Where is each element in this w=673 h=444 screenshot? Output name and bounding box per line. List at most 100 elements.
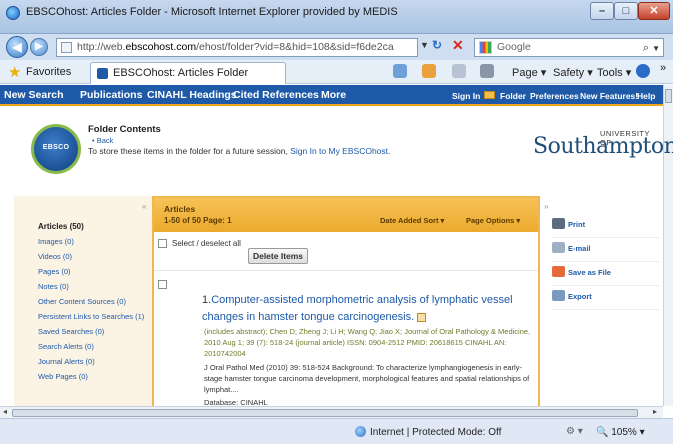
- help-icon[interactable]: [636, 64, 650, 78]
- tool-export[interactable]: Export: [552, 286, 660, 310]
- internet-zone-icon: [355, 426, 366, 437]
- ie-logo-icon: [6, 6, 20, 20]
- page-menu[interactable]: Page ▾: [512, 66, 546, 79]
- feeds-icon[interactable]: [422, 64, 436, 78]
- select-all-checkbox[interactable]: [158, 239, 167, 248]
- refresh-icon[interactable]: ↻: [432, 38, 442, 52]
- results-heading: Articles: [164, 204, 196, 214]
- nav-new-search[interactable]: New Search: [4, 89, 64, 101]
- nav-more[interactable]: More: [321, 89, 346, 101]
- sign-in-link[interactable]: Sign In to My EBSCOhost: [290, 146, 388, 156]
- horizontal-scroll-thumb[interactable]: [12, 409, 638, 417]
- record-title-link[interactable]: Computer-assisted morphometric analysis …: [202, 294, 513, 323]
- add-to-folder-icon[interactable]: [417, 312, 427, 322]
- results-header: Articles 1-50 of 50 Page: 1 Date Added S…: [154, 198, 538, 232]
- sidebar-item-saved-searches[interactable]: Saved Searches (0): [38, 327, 104, 336]
- ebsco-top-nav: New Search Publications CINAHL Headings …: [0, 85, 663, 106]
- back-link[interactable]: • Back: [92, 136, 113, 145]
- tool-save-as-file[interactable]: Save as File: [552, 262, 660, 286]
- record-abstract: J Oral Pathol Med (2010) 39: 518-524 Bac…: [204, 363, 530, 394]
- sidebar-item-images[interactable]: Images (0): [38, 237, 74, 246]
- record-title: 1.Computer-assisted morphometric analysi…: [202, 292, 536, 326]
- page-number: Page: 1: [203, 216, 232, 225]
- safety-menu[interactable]: Safety ▾: [553, 66, 593, 79]
- nav-cited-references[interactable]: Cited References: [233, 89, 319, 101]
- page-options-dropdown[interactable]: Page Options ▾: [466, 216, 520, 225]
- read-mail-icon[interactable]: [452, 64, 466, 78]
- forward-button[interactable]: ▶: [30, 38, 48, 56]
- scroll-right-icon[interactable]: ▸: [653, 407, 657, 416]
- nav-cinahl-headings[interactable]: CINAHL Headings: [147, 89, 237, 101]
- minimize-button[interactable]: –: [590, 2, 614, 20]
- vertical-scroll-thumb[interactable]: [665, 89, 672, 103]
- tool-export-label: Export: [568, 292, 592, 301]
- export-tool-icon: [552, 290, 565, 301]
- sidebar-item-web-pages[interactable]: Web Pages (0): [38, 372, 88, 381]
- zoom-level[interactable]: 🔍 105% ▾: [596, 427, 645, 438]
- favorites-bar: ★ Favorites EBSCOhost: Articles Folder P…: [0, 60, 673, 84]
- close-window-button[interactable]: ✕: [638, 2, 670, 20]
- tool-print[interactable]: Print: [552, 214, 660, 238]
- folder-description: To store these items in the folder for a…: [88, 146, 390, 156]
- security-icon[interactable]: ⚙ ▾: [566, 426, 583, 437]
- maximize-button[interactable]: □: [614, 2, 638, 20]
- google-icon: [479, 41, 492, 54]
- save-tool-icon: [552, 266, 565, 277]
- sidebar-item-journal-alerts[interactable]: Journal Alerts (0): [38, 357, 95, 366]
- sidebar-item-pages[interactable]: Pages (0): [38, 267, 71, 276]
- record-citation: (includes abstract); Chen D; Zheng J; Li…: [204, 327, 531, 358]
- sidebar-item-other-content[interactable]: Other Content Sources (0): [38, 297, 126, 306]
- sidebar-item-notes[interactable]: Notes (0): [38, 282, 69, 291]
- print-tool-icon: [552, 218, 565, 229]
- favorites-star-icon[interactable]: ★: [8, 63, 21, 81]
- collapse-right-icon[interactable]: »: [544, 202, 548, 211]
- folder-icon: [484, 91, 495, 99]
- stop-icon[interactable]: ✕: [452, 37, 464, 54]
- nav-help[interactable]: Help: [637, 91, 655, 101]
- url-domain: ebscohost.com: [125, 41, 197, 53]
- record-checkbox[interactable]: [158, 280, 167, 289]
- tool-email-label: E-mail: [568, 244, 591, 253]
- folder-description-end: .: [388, 146, 391, 156]
- favorites-button[interactable]: Favorites: [26, 66, 71, 78]
- nav-new-features[interactable]: New Features!: [580, 91, 638, 101]
- page-title: Folder Contents: [88, 124, 161, 135]
- print-icon[interactable]: [480, 64, 494, 78]
- sort-dropdown[interactable]: Date Added Sort ▾: [380, 216, 444, 225]
- results-panel: Articles 1-50 of 50 Page: 1 Date Added S…: [152, 196, 540, 407]
- nav-folder[interactable]: Folder: [500, 91, 526, 101]
- tab-title: EBSCOhost: Articles Folder: [113, 67, 249, 79]
- search-input[interactable]: Google ⌕ ▼: [474, 38, 664, 57]
- results-count: 1-50 of 50 Page: 1: [164, 216, 232, 225]
- home-icon[interactable]: [393, 64, 407, 78]
- tab-favicon-icon: [97, 68, 108, 79]
- tools-menu[interactable]: Tools ▾: [597, 66, 631, 79]
- security-zone-text: Internet | Protected Mode: Off: [370, 427, 502, 438]
- more-commands-icon[interactable]: »: [660, 62, 666, 74]
- sidebar-item-search-alerts[interactable]: Search Alerts (0): [38, 342, 94, 351]
- ebsco-logo-text: EBSCO: [42, 144, 70, 151]
- delete-items-button[interactable]: Delete Items: [248, 248, 308, 264]
- address-field[interactable]: http://web.ebscohost.com/ehost/folder?vi…: [56, 38, 418, 57]
- nav-publications[interactable]: Publications: [80, 89, 142, 101]
- search-icon[interactable]: ⌕: [643, 40, 649, 57]
- horizontal-scrollbar[interactable]: ◂ ▸: [0, 406, 663, 418]
- nav-sign-in[interactable]: Sign In: [452, 91, 480, 101]
- sidebar-item-articles[interactable]: Articles (50): [38, 222, 84, 231]
- folder-description-text: To store these items in the folder for a…: [88, 146, 291, 156]
- address-dropdown-icon[interactable]: ▼: [420, 40, 429, 50]
- search-dropdown-icon[interactable]: ▼: [652, 40, 660, 57]
- sidebar-item-persistent-links[interactable]: Persistent Links to Searches (1): [38, 312, 144, 321]
- tab-ebsco-folder[interactable]: EBSCOhost: Articles Folder: [90, 62, 286, 84]
- page-icon: [61, 42, 72, 53]
- back-button[interactable]: ◀: [6, 36, 28, 58]
- nav-preferences[interactable]: Preferences: [530, 91, 579, 101]
- sidebar-item-videos[interactable]: Videos (0): [38, 252, 72, 261]
- tool-email[interactable]: E-mail: [552, 238, 660, 262]
- email-tool-icon: [552, 242, 565, 253]
- collapse-left-icon[interactable]: «: [142, 202, 146, 211]
- search-placeholder: Google: [497, 41, 531, 53]
- scroll-left-icon[interactable]: ◂: [3, 407, 7, 416]
- url-prefix: http://web.: [77, 41, 126, 53]
- ebsco-logo: EBSCO: [31, 124, 81, 174]
